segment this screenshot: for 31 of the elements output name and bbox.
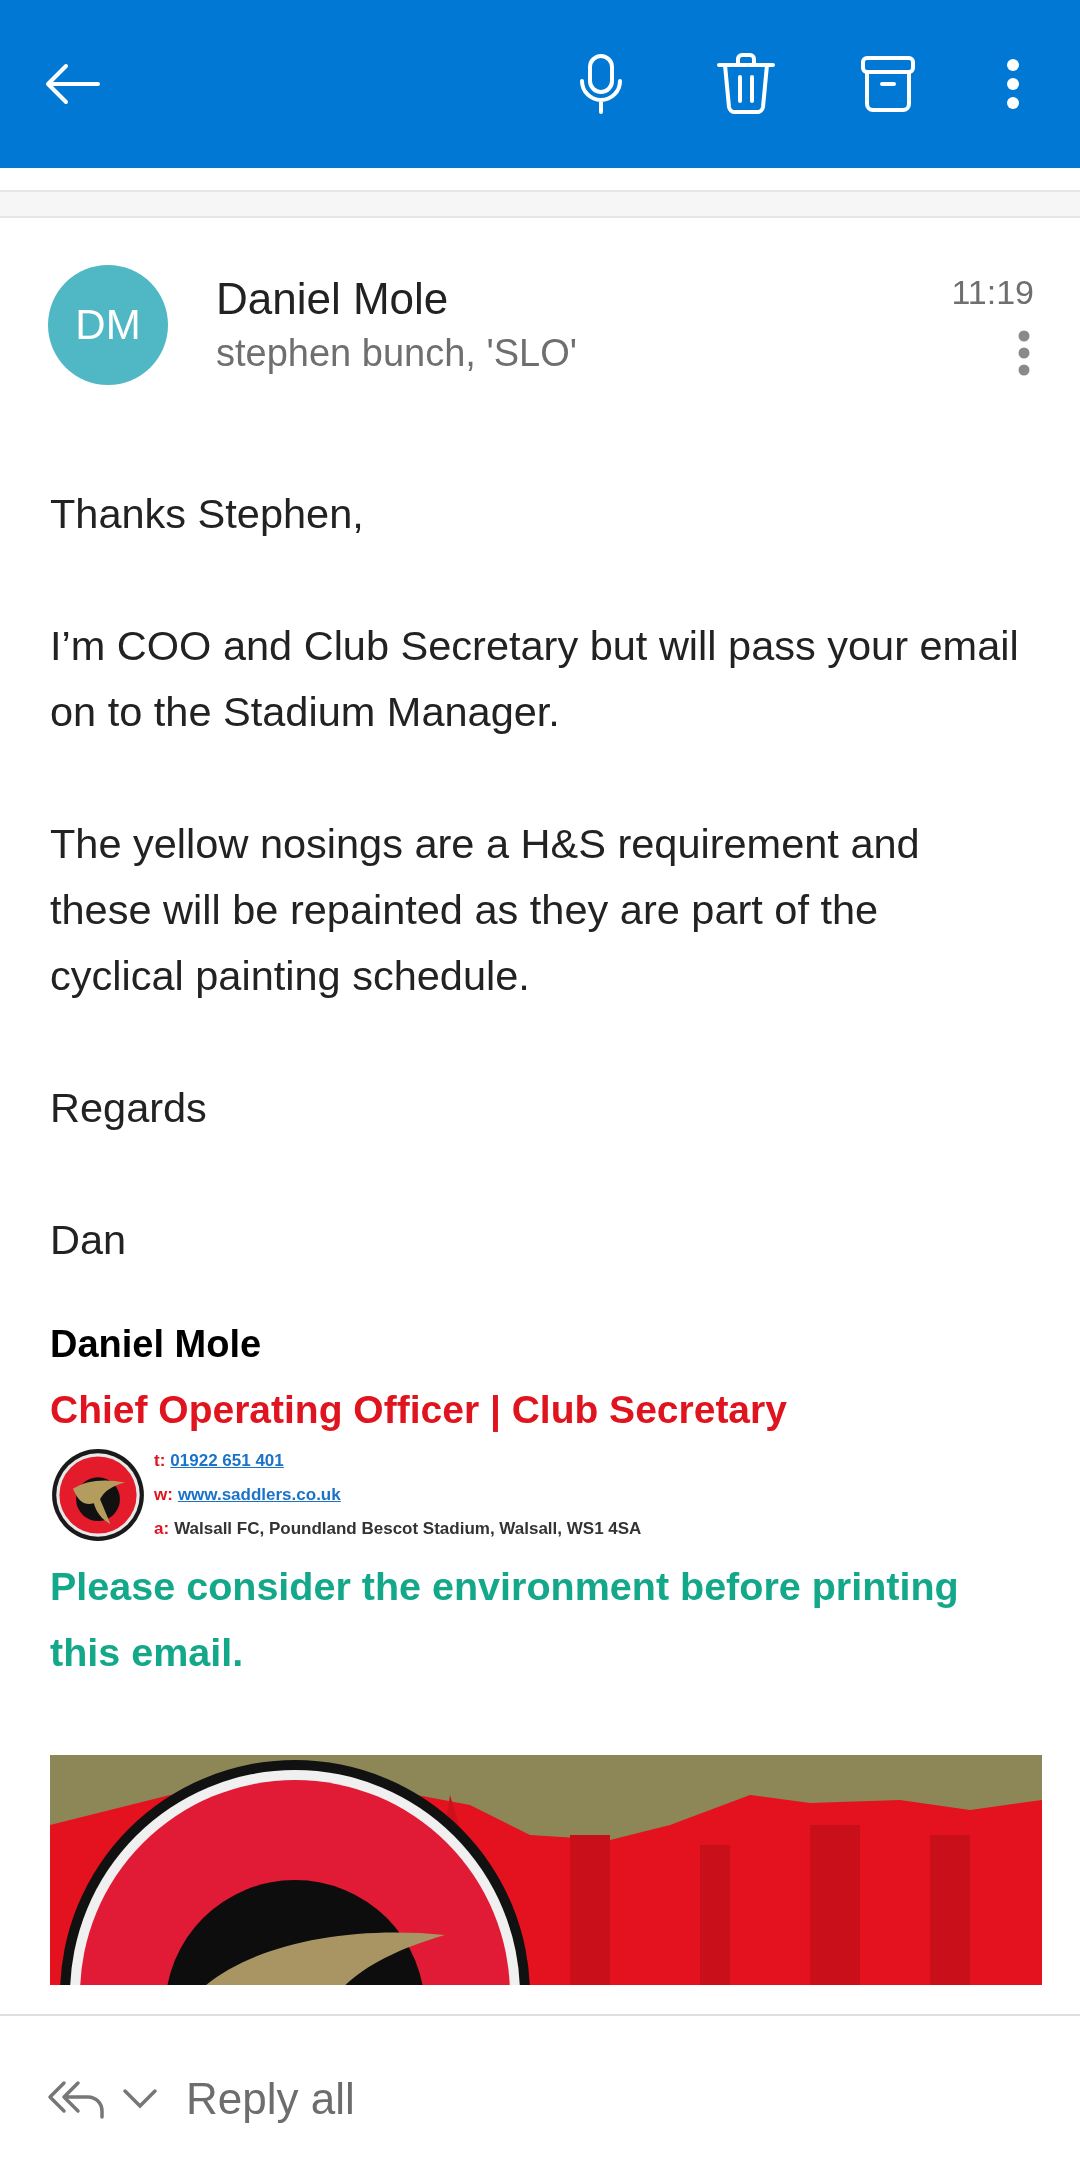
- signature-title: Chief Operating Officer | Club Secretary: [50, 1387, 788, 1434]
- body-paragraph: The yellow nosings are a H&S requirement and these will be repainted as they are part of the cyclical painting schedule.: [50, 819, 921, 1001]
- more-icon: [1006, 58, 1020, 110]
- address-text: Walsall FC, Poundland Bescot Stadium, Walsall, WS1 4SA: [174, 1519, 642, 1539]
- microphone-icon: [578, 53, 624, 115]
- recipients: stephen bunch, 'SLO': [216, 331, 578, 376]
- avatar: DM: [48, 265, 168, 385]
- delete-button[interactable]: [716, 53, 776, 115]
- environment-notice: Please consider the environment before printing this email.: [50, 1563, 960, 1676]
- trash-icon: [716, 53, 776, 115]
- contact-link[interactable]: 01922 651 401: [170, 1451, 284, 1471]
- contact-label: a:: [154, 1519, 170, 1539]
- archive-icon: [860, 55, 916, 113]
- contact-link[interactable]: www.saddlers.co.uk: [177, 1485, 341, 1505]
- contact-label: w:: [154, 1485, 173, 1505]
- body-paragraph: Dan: [50, 1215, 128, 1265]
- more-icon: [1018, 330, 1030, 376]
- body-paragraph: Thanks Stephen,: [50, 489, 365, 539]
- reply-all-button[interactable]: Reply all: [46, 2074, 355, 2124]
- chevron-down-icon: [122, 2088, 158, 2110]
- signature-name: Daniel Mole: [50, 1322, 263, 1367]
- sender-name: Daniel Mole: [216, 273, 450, 325]
- back-button[interactable]: [44, 62, 100, 106]
- archive-button[interactable]: [860, 55, 916, 113]
- body-paragraph: I’m COO and Club Secretary but will pass your email on to the Stadium Manager.: [50, 621, 1020, 737]
- contact-label: t:: [154, 1451, 166, 1471]
- body-paragraph: Regards: [50, 1083, 208, 1133]
- message-time: 11:19: [951, 273, 1034, 312]
- dictate-button[interactable]: [578, 53, 624, 115]
- back-icon: [44, 62, 100, 106]
- more-button[interactable]: [1006, 58, 1020, 110]
